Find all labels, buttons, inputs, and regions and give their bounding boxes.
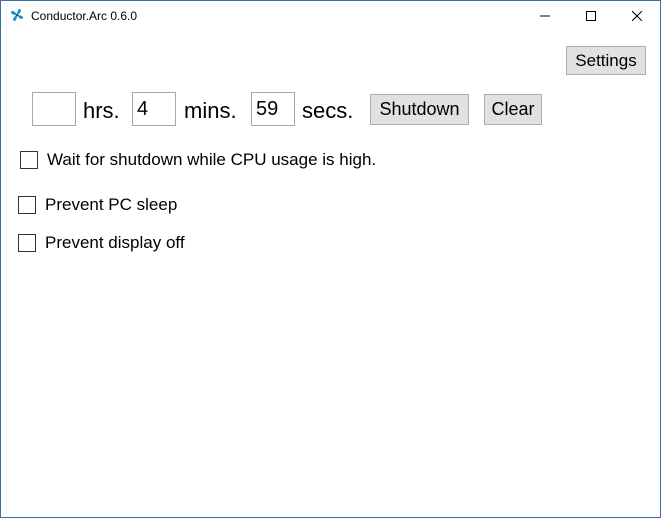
seconds-input[interactable]: 59 bbox=[251, 92, 295, 126]
minutes-unit-label: mins. bbox=[184, 98, 237, 123]
prevent-display-off-label: Prevent display off bbox=[45, 233, 185, 252]
minimize-icon bbox=[540, 11, 550, 21]
close-icon bbox=[632, 11, 642, 21]
maximize-icon bbox=[586, 11, 596, 21]
settings-button[interactable]: Settings bbox=[566, 46, 646, 75]
hours-input[interactable] bbox=[32, 92, 76, 126]
minimize-button[interactable] bbox=[522, 1, 568, 31]
seconds-unit-label: secs. bbox=[302, 98, 354, 123]
wait-cpu-option[interactable]: Wait for shutdown while CPU usage is hig… bbox=[20, 149, 376, 171]
prevent-display-off-option[interactable]: Prevent display off bbox=[18, 232, 185, 254]
close-button[interactable] bbox=[614, 1, 660, 31]
shutdown-button[interactable]: Shutdown bbox=[370, 94, 469, 125]
app-window: Conductor.Arc 0.6.0 Settings hrs. 4 mins… bbox=[0, 0, 661, 518]
clear-button[interactable]: Clear bbox=[484, 94, 542, 125]
title-bar[interactable]: Conductor.Arc 0.6.0 bbox=[1, 1, 660, 32]
pinwheel-icon bbox=[9, 7, 25, 23]
window-title: Conductor.Arc 0.6.0 bbox=[31, 9, 138, 23]
prevent-sleep-label: Prevent PC sleep bbox=[45, 195, 178, 214]
prevent-sleep-option[interactable]: Prevent PC sleep bbox=[18, 194, 177, 216]
wait-cpu-label: Wait for shutdown while CPU usage is hig… bbox=[47, 150, 377, 169]
maximize-button[interactable] bbox=[568, 1, 614, 31]
prevent-sleep-checkbox[interactable] bbox=[18, 196, 36, 214]
prevent-display-off-checkbox[interactable] bbox=[18, 234, 36, 252]
minutes-input[interactable]: 4 bbox=[132, 92, 176, 126]
wait-cpu-checkbox[interactable] bbox=[20, 151, 38, 169]
hours-unit-label: hrs. bbox=[83, 98, 120, 123]
